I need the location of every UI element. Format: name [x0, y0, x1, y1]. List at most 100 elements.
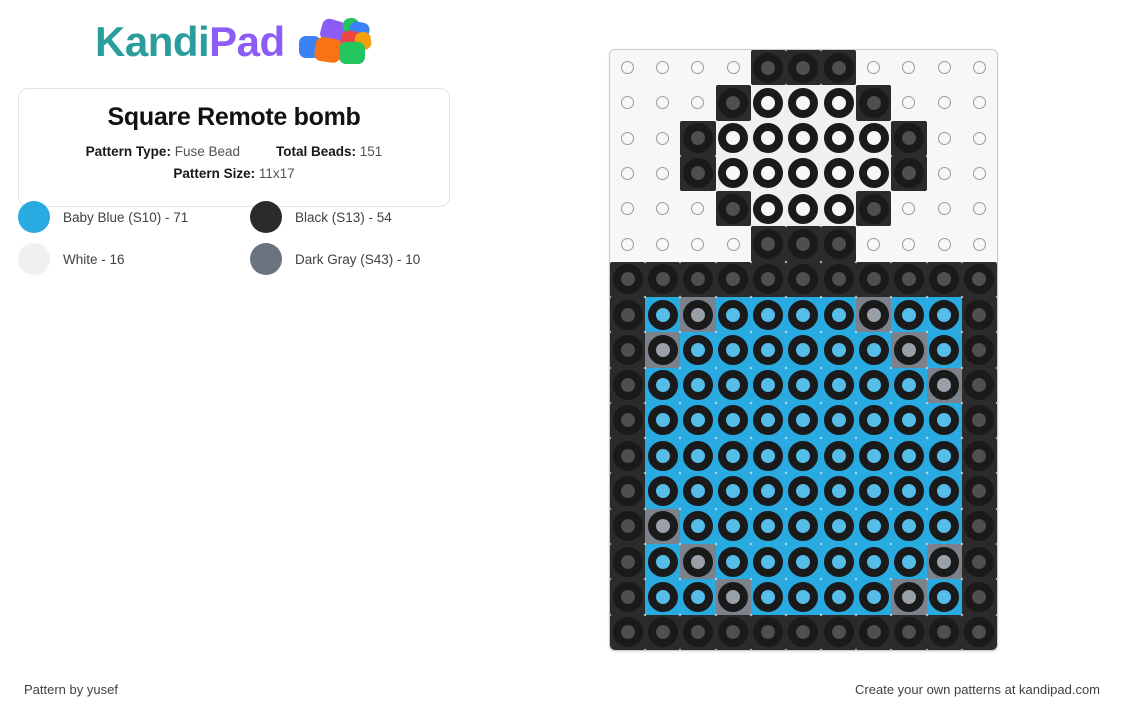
bead-cell-baby-blue[interactable]	[645, 579, 681, 615]
bead-cell-white[interactable]	[856, 120, 892, 156]
bead-cell-black[interactable]	[645, 614, 681, 650]
bead-cell-black[interactable]	[961, 438, 997, 474]
bead-cell-baby-blue[interactable]	[785, 438, 822, 474]
bead-cell-baby-blue[interactable]	[926, 332, 962, 368]
bead-cell-black[interactable]	[715, 261, 751, 297]
bead-cell-baby-blue[interactable]	[926, 402, 962, 439]
bead-cell-white[interactable]	[750, 120, 786, 156]
bead-cell-black[interactable]	[961, 614, 997, 650]
bead-cell-black[interactable]	[610, 473, 646, 509]
bead-cell-empty[interactable]	[680, 50, 716, 86]
bead-cell-black[interactable]	[715, 191, 751, 227]
bead-cell-white[interactable]	[821, 191, 857, 227]
bead-cell-baby-blue[interactable]	[926, 579, 962, 615]
bead-cell-baby-blue[interactable]	[680, 473, 716, 509]
bead-cell-baby-blue[interactable]	[785, 402, 822, 439]
bead-cell-black[interactable]	[785, 261, 822, 297]
bead-cell-empty[interactable]	[961, 50, 997, 86]
bead-cell-black[interactable]	[891, 261, 927, 297]
bead-cell-baby-blue[interactable]	[785, 332, 822, 368]
bead-cell-empty[interactable]	[715, 50, 751, 86]
bead-cell-baby-blue[interactable]	[856, 402, 892, 439]
legend-item[interactable]: Baby Blue (S10) - 71	[18, 201, 250, 233]
bead-cell-black[interactable]	[610, 579, 646, 615]
bead-cell-empty[interactable]	[645, 191, 681, 227]
bead-cell-baby-blue[interactable]	[715, 296, 751, 333]
bead-cell-black[interactable]	[961, 296, 997, 333]
bead-cell-black[interactable]	[715, 614, 751, 650]
bead-cell-empty[interactable]	[645, 50, 681, 86]
bead-cell-black[interactable]	[610, 543, 646, 580]
bead-cell-baby-blue[interactable]	[891, 296, 927, 333]
bead-cell-black[interactable]	[785, 50, 822, 86]
bead-cell-black[interactable]	[856, 85, 892, 121]
bead-cell-baby-blue[interactable]	[785, 543, 822, 580]
bead-cell-baby-blue[interactable]	[926, 508, 962, 544]
bead-cell-black[interactable]	[610, 402, 646, 439]
bead-cell-baby-blue[interactable]	[750, 367, 786, 403]
bead-cell-empty[interactable]	[610, 85, 646, 121]
bead-cell-baby-blue[interactable]	[715, 332, 751, 368]
bead-cell-empty[interactable]	[891, 226, 927, 262]
bead-cell-empty[interactable]	[926, 50, 962, 86]
legend-item[interactable]: White - 16	[18, 243, 250, 275]
bead-cell-baby-blue[interactable]	[785, 508, 822, 544]
bead-cell-black[interactable]	[750, 261, 786, 297]
bead-cell-baby-blue[interactable]	[821, 473, 857, 509]
bead-cell-dark-gray[interactable]	[926, 367, 962, 403]
bead-cell-black[interactable]	[680, 261, 716, 297]
bead-cell-empty[interactable]	[715, 226, 751, 262]
bead-cell-white[interactable]	[856, 155, 892, 192]
bead-cell-baby-blue[interactable]	[821, 402, 857, 439]
bead-cell-baby-blue[interactable]	[821, 367, 857, 403]
bead-cell-dark-gray[interactable]	[926, 543, 962, 580]
bead-cell-baby-blue[interactable]	[856, 332, 892, 368]
bead-cell-baby-blue[interactable]	[680, 508, 716, 544]
bead-cell-empty[interactable]	[856, 50, 892, 86]
bead-cell-baby-blue[interactable]	[785, 367, 822, 403]
bead-cell-empty[interactable]	[961, 85, 997, 121]
bead-cell-white[interactable]	[821, 155, 857, 192]
bead-cell-baby-blue[interactable]	[785, 579, 822, 615]
bead-cell-white[interactable]	[715, 155, 751, 192]
bead-cell-empty[interactable]	[610, 191, 646, 227]
bead-cell-baby-blue[interactable]	[856, 508, 892, 544]
bead-cell-baby-blue[interactable]	[926, 438, 962, 474]
bead-cell-baby-blue[interactable]	[750, 543, 786, 580]
bead-cell-white[interactable]	[750, 191, 786, 227]
bead-cell-dark-gray[interactable]	[891, 332, 927, 368]
bead-cell-black[interactable]	[750, 614, 786, 650]
bead-cell-black[interactable]	[961, 579, 997, 615]
bead-cell-baby-blue[interactable]	[715, 367, 751, 403]
legend-item[interactable]: Dark Gray (S43) - 10	[250, 243, 482, 275]
bead-cell-black[interactable]	[610, 367, 646, 403]
bead-cell-empty[interactable]	[645, 155, 681, 192]
bead-cell-baby-blue[interactable]	[750, 438, 786, 474]
bead-cell-empty[interactable]	[961, 226, 997, 262]
bead-cell-empty[interactable]	[680, 226, 716, 262]
bead-cell-black[interactable]	[680, 120, 716, 156]
bead-cell-empty[interactable]	[610, 120, 646, 156]
bead-cell-black[interactable]	[856, 614, 892, 650]
bead-cell-black[interactable]	[821, 226, 857, 262]
bead-cell-empty[interactable]	[680, 191, 716, 227]
bead-cell-black[interactable]	[750, 226, 786, 262]
footer-promo[interactable]: Create your own patterns at kandipad.com	[855, 682, 1100, 697]
bead-cell-black[interactable]	[891, 155, 927, 192]
bead-cell-empty[interactable]	[856, 226, 892, 262]
bead-cell-empty[interactable]	[926, 155, 962, 192]
bead-cell-baby-blue[interactable]	[645, 473, 681, 509]
bead-cell-dark-gray[interactable]	[856, 296, 892, 333]
bead-cell-dark-gray[interactable]	[680, 296, 716, 333]
bead-cell-black[interactable]	[891, 614, 927, 650]
bead-cell-black[interactable]	[961, 508, 997, 544]
bead-cell-empty[interactable]	[961, 155, 997, 192]
bead-cell-dark-gray[interactable]	[680, 543, 716, 580]
bead-cell-black[interactable]	[961, 261, 997, 297]
bead-cell-black[interactable]	[645, 261, 681, 297]
bead-cell-black[interactable]	[821, 261, 857, 297]
bead-cell-black[interactable]	[750, 50, 786, 86]
bead-cell-empty[interactable]	[961, 120, 997, 156]
bead-cell-black[interactable]	[680, 155, 716, 192]
bead-cell-baby-blue[interactable]	[715, 508, 751, 544]
